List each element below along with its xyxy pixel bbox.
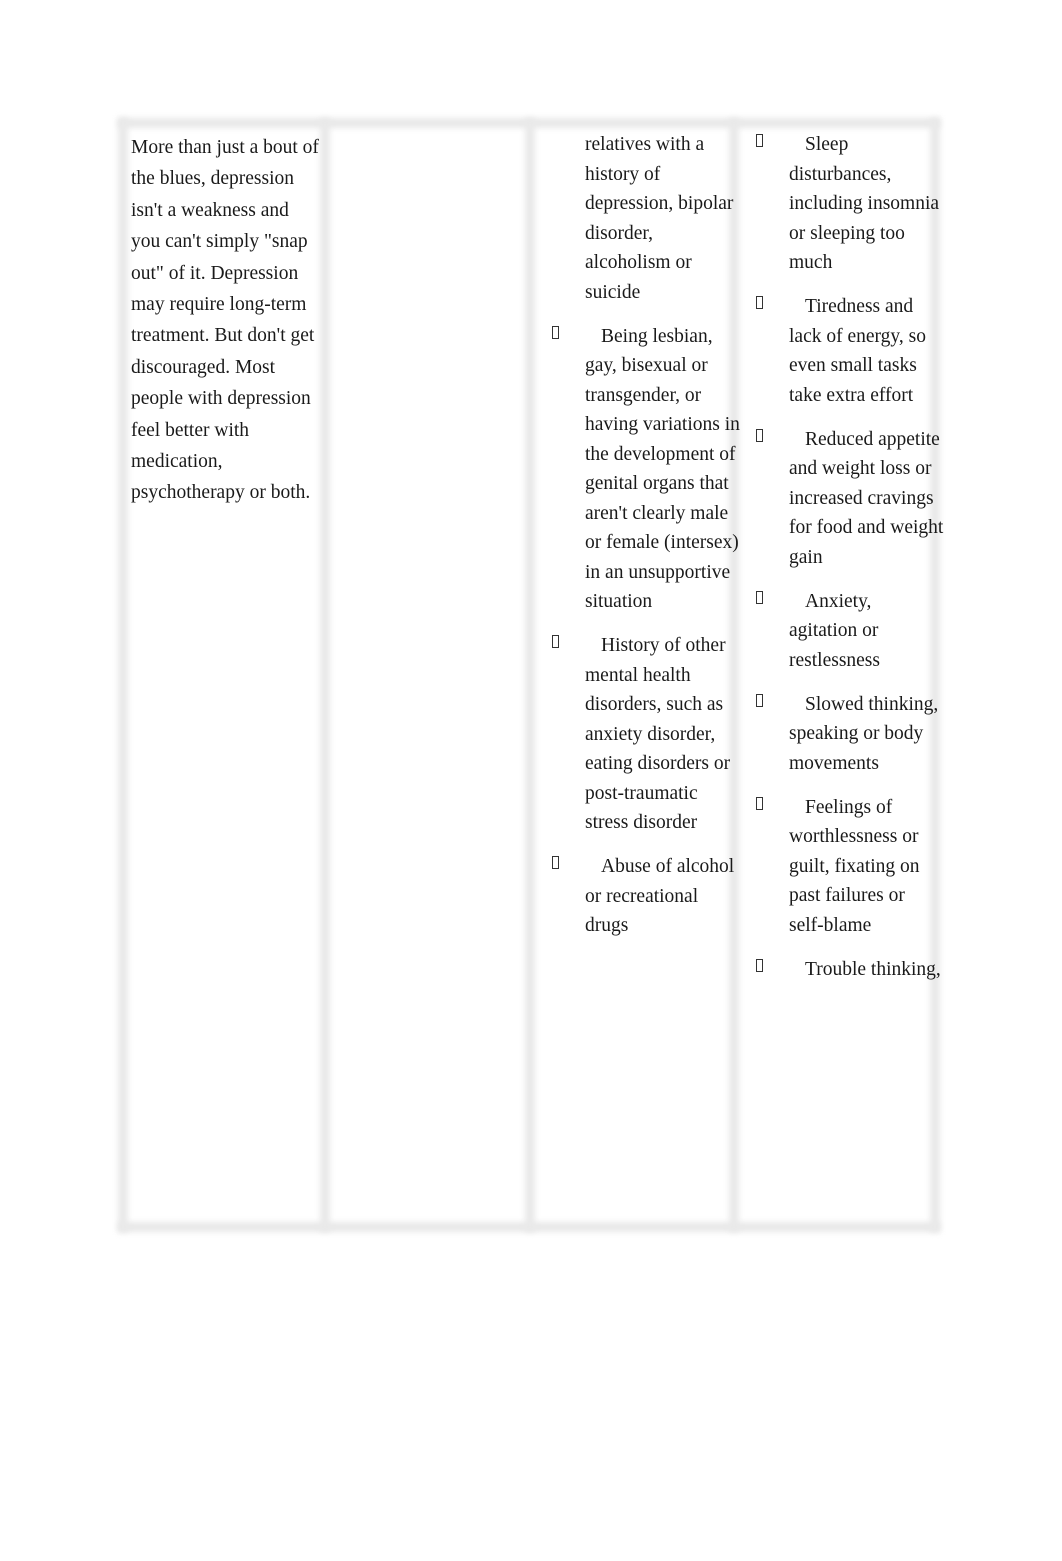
list-item: Reduced appetite and weight loss or incr…	[744, 425, 944, 573]
list-item: Anxiety, agitation or restlessness	[744, 587, 944, 676]
list-item: Slowed thinking, speaking or body moveme…	[744, 690, 944, 779]
intro-column: More than just a bout of the blues, depr…	[131, 132, 321, 1220]
list-item: Abuse of alcohol or recreational drugs	[540, 852, 740, 941]
bullet-icon	[552, 325, 559, 339]
list-item: History of other mental health disorders…	[540, 631, 740, 838]
list-item: Trouble thinking,	[744, 955, 944, 985]
table-border-left	[118, 118, 128, 1232]
continued-text: relatives with a history of depression, …	[585, 134, 734, 303]
list-item: Sleep disturbances, including insomnia o…	[744, 130, 944, 278]
bullet-icon	[756, 796, 763, 810]
intro-paragraph: More than just a bout of the blues, depr…	[131, 137, 319, 504]
bullet-icon	[756, 693, 763, 707]
bullet-icon	[756, 134, 763, 147]
bullet-icon	[756, 958, 763, 972]
list-item: relatives with a history of depression, …	[540, 130, 740, 307]
list-item: Feelings of worthlessness or guilt, fixa…	[744, 793, 944, 941]
bullet-icon	[552, 856, 559, 869]
bullet-icon	[756, 590, 763, 604]
content-table: More than just a bout of the blues, depr…	[118, 118, 943, 1232]
bullet-icon	[756, 296, 763, 309]
bullet-icon	[756, 428, 763, 442]
risk-factors-column: relatives with a history of depression, …	[540, 130, 740, 1220]
list-item: Tiredness and lack of energy, so even sm…	[744, 292, 944, 410]
bullet-icon	[552, 635, 559, 648]
column-divider	[320, 118, 330, 1232]
symptoms-column: Sleep disturbances, including insomnia o…	[744, 130, 944, 1220]
column-divider	[525, 118, 535, 1232]
empty-column	[334, 130, 524, 1220]
list-item: Being lesbian, gay, bisexual or transgen…	[540, 322, 740, 617]
